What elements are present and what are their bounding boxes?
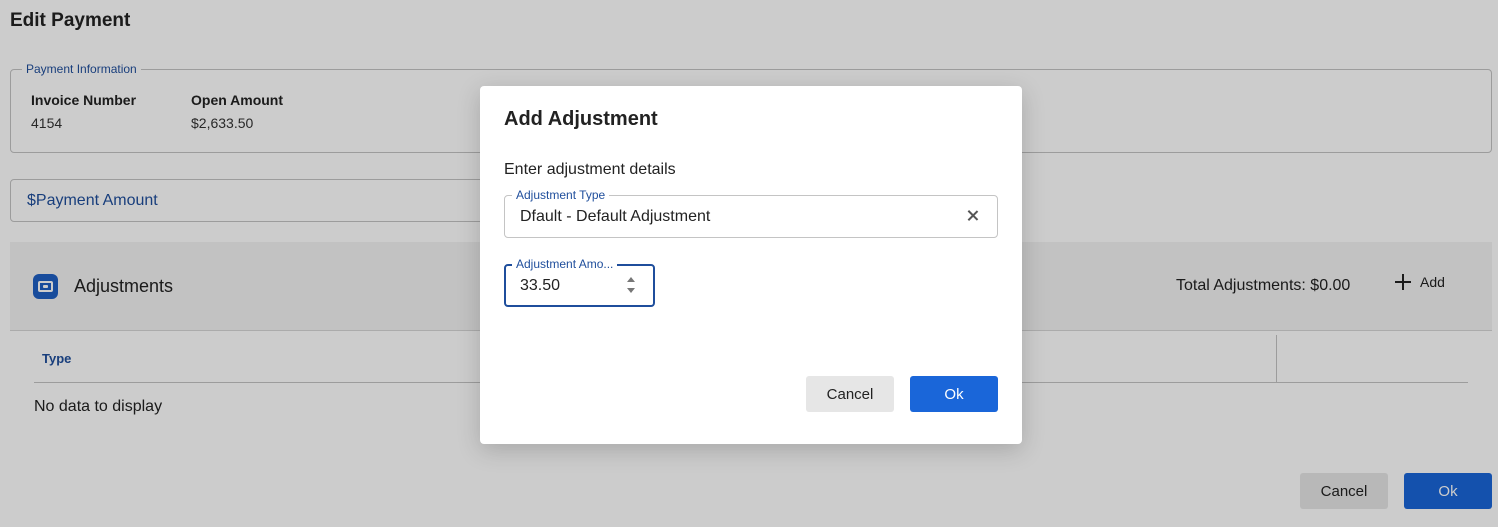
dialog-cancel-button[interactable]: Cancel [806,376,894,412]
adjustment-amount-value: 33.50 [520,277,561,294]
adjustment-type-select[interactable]: Adjustment Type Dfault - Default Adjustm… [504,188,998,238]
dialog-subtitle: Enter adjustment details [504,161,676,178]
adjustment-amount-input[interactable]: Adjustment Amo... 33.50 [504,257,655,307]
spin-down-icon[interactable] [627,288,635,293]
adjustment-amount-label: Adjustment Amo... [512,257,618,271]
dialog-ok-button[interactable]: Ok [910,376,998,412]
dialog-title: Add Adjustment [504,108,658,130]
adjustment-type-value: Dfault - Default Adjustment [520,208,711,225]
stepper-arrows-icon[interactable] [627,276,637,296]
adjustment-type-label: Adjustment Type [512,188,610,202]
add-adjustment-dialog: Add Adjustment Enter adjustment details … [480,86,1022,444]
clear-icon[interactable] [965,208,981,224]
spin-up-icon[interactable] [627,277,635,282]
